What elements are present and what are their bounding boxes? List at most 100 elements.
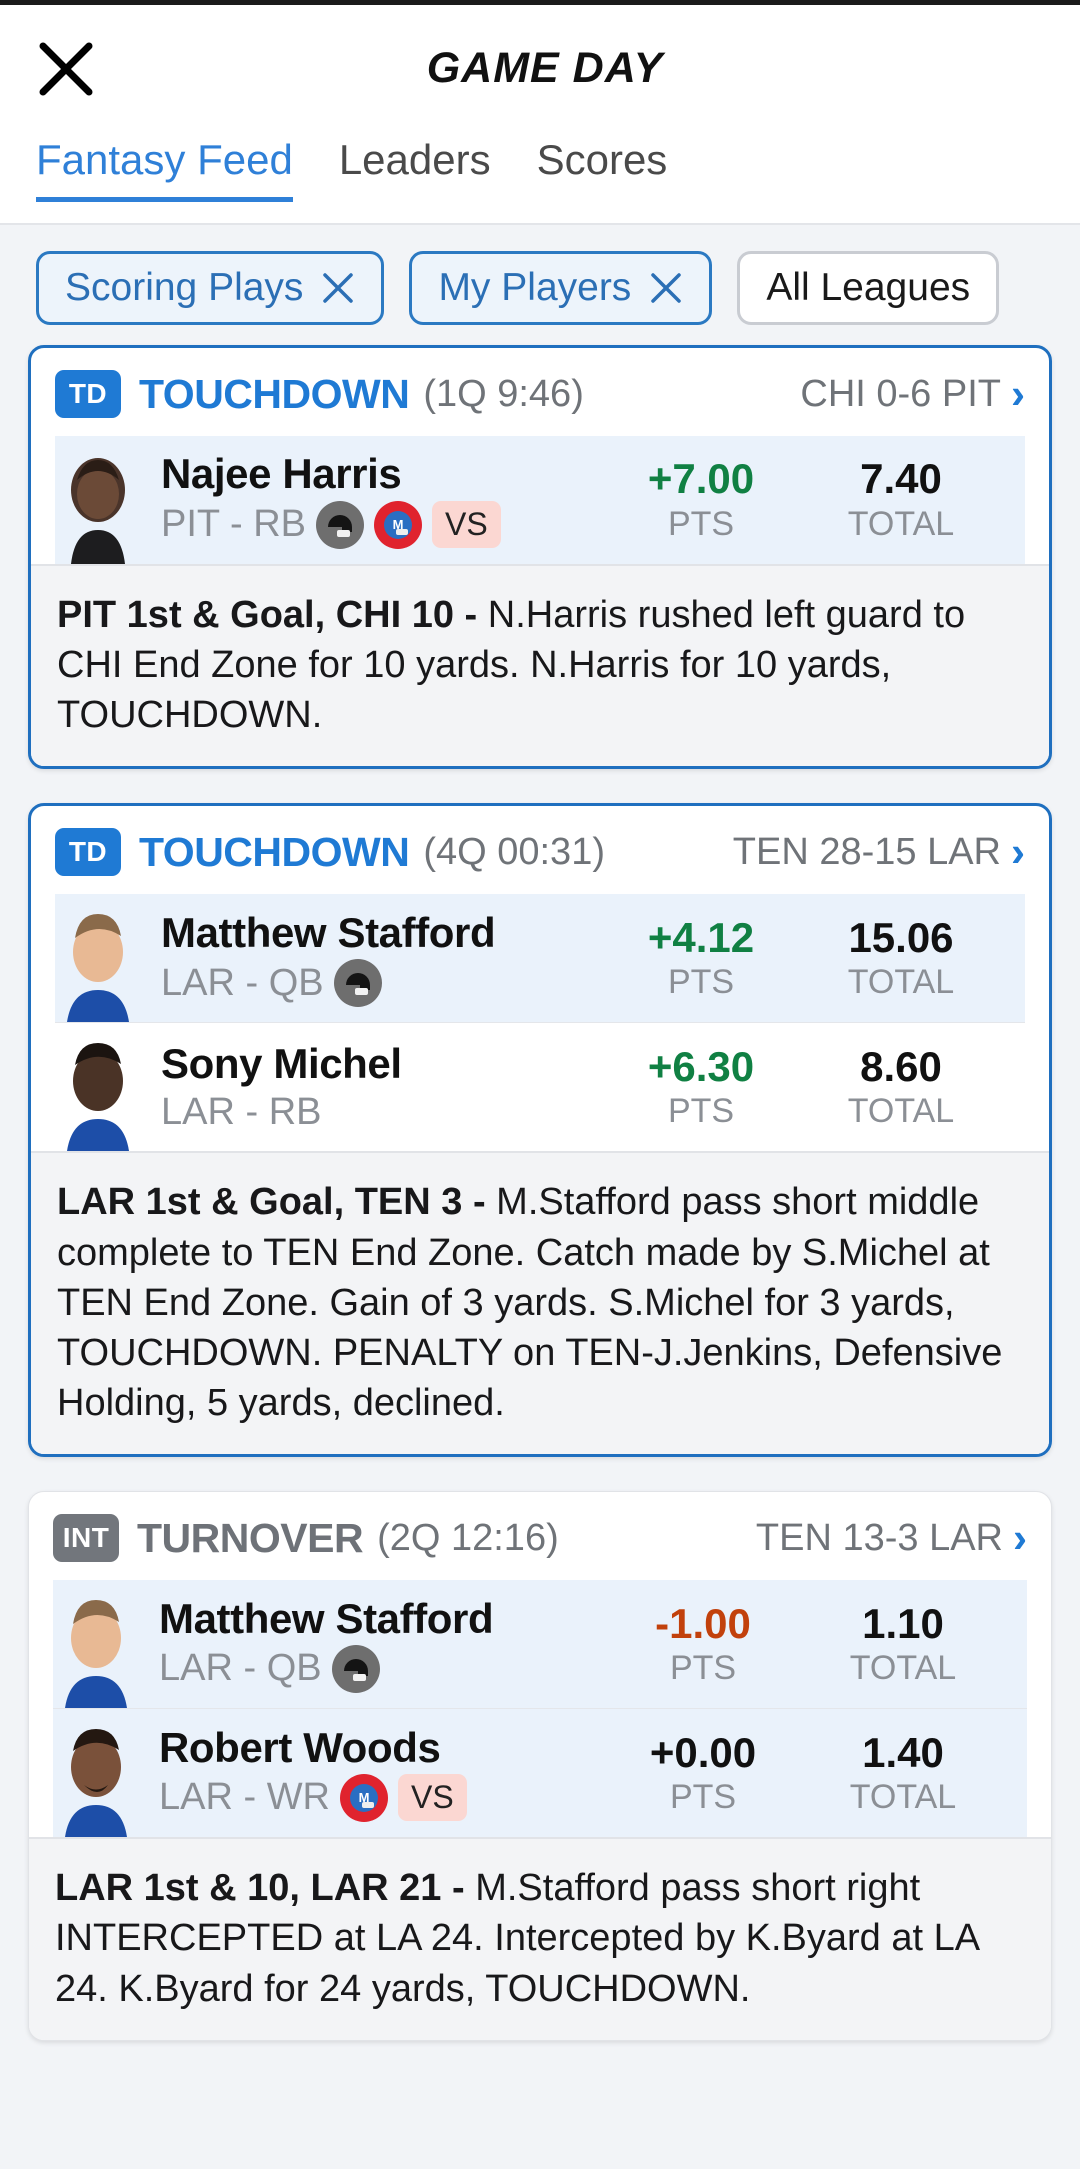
avatar <box>55 904 141 1023</box>
tab-bar: Fantasy Feed Leaders Scores <box>0 132 1080 225</box>
play-description: LAR 1st & Goal, TEN 3 - M.Stafford pass … <box>31 1151 1049 1455</box>
player-row[interactable]: Sony Michel LAR - RB +6.30 PTS 8.60 TOTA… <box>55 1023 1025 1152</box>
tab-fantasy-feed[interactable]: Fantasy Feed <box>36 132 293 202</box>
total-value: 1.40 <box>862 1728 944 1776</box>
chevron-right-icon[interactable]: › <box>1013 1517 1027 1559</box>
tab-scores[interactable]: Scores <box>537 132 668 184</box>
page-title: GAME DAY <box>426 44 664 92</box>
points-value: +0.00 <box>649 1728 757 1776</box>
total-value: 7.40 <box>860 455 942 503</box>
player-row[interactable]: Matthew Stafford LAR - QB -1.00 PTS 1.10… <box>53 1580 1027 1709</box>
player-name: Sony Michel <box>161 1040 402 1088</box>
play-type-badge: INT <box>53 1514 119 1563</box>
total-value: 1.10 <box>862 1599 944 1647</box>
fantasy-feed-list: TD TOUCHDOWN (1Q 9:46) CHI 0-6 PIT › Naj… <box>0 345 1080 2041</box>
card-header[interactable]: INT TURNOVER (2Q 12:16) TEN 13-3 LAR › <box>29 1492 1051 1580</box>
player-meta: PIT - RB M VS <box>161 500 601 549</box>
filter-chip-my-players[interactable]: My Players <box>409 251 713 325</box>
player-meta: LAR - QB <box>161 959 601 1008</box>
game-day-screen: GAME DAY Fantasy Feed Leaders Scores Sco… <box>0 0 1080 2169</box>
points-value: +4.12 <box>647 913 755 961</box>
play-situation: PIT 1st & Goal, CHI 10 - <box>57 594 478 636</box>
tab-leaders[interactable]: Leaders <box>339 132 491 184</box>
total-value: 15.06 <box>848 913 954 961</box>
remove-filter-icon[interactable] <box>649 271 683 305</box>
card-header[interactable]: TD TOUCHDOWN (4Q 00:31) TEN 28-15 LAR › <box>31 806 1049 894</box>
play-type-label: TOUCHDOWN <box>139 370 410 417</box>
points-value: +7.00 <box>647 455 755 503</box>
filter-chip-scoring-plays[interactable]: Scoring Plays <box>36 251 385 325</box>
player-points: +0.00 PTS <box>603 1728 803 1817</box>
navigation-bar: GAME DAY <box>0 5 1080 132</box>
player-name: Najee Harris <box>161 450 402 498</box>
total-label: TOTAL <box>847 963 955 1002</box>
player-team-position: LAR - WR <box>159 1776 330 1819</box>
play-type-badge: TD <box>55 828 121 877</box>
player-team-position: PIT - RB <box>161 503 306 546</box>
vs-pill: VS <box>398 1774 467 1822</box>
helmet-red-icon: M <box>340 1773 388 1822</box>
player-info: Najee Harris PIT - RB M VS <box>161 450 601 549</box>
player-total: 1.40 TOTAL <box>803 1728 1003 1817</box>
close-icon[interactable] <box>34 37 98 101</box>
helmet-dark-icon <box>316 500 364 549</box>
points-label: PTS <box>669 1777 737 1816</box>
game-score-text: TEN 28-15 LAR <box>732 830 1001 873</box>
player-row[interactable]: Robert Woods LAR - WR M VS +0.00 PTS 1.4… <box>53 1709 1027 1838</box>
player-total: 15.06 TOTAL <box>801 913 1001 1002</box>
player-points: +7.00 PTS <box>601 456 801 543</box>
card-header[interactable]: TD TOUCHDOWN (1Q 9:46) CHI 0-6 PIT › <box>31 348 1049 436</box>
avatar <box>55 1033 141 1152</box>
filter-chip-all-leagues[interactable]: All Leagues <box>737 251 1000 325</box>
play-type-label: TOUCHDOWN <box>139 828 410 875</box>
player-meta: LAR - WR M VS <box>159 1773 603 1822</box>
play-clock: (2Q 12:16) <box>377 1516 559 1559</box>
play-clock: (4Q 00:31) <box>423 830 605 873</box>
player-meta: LAR - RB <box>161 1091 601 1134</box>
feed-card[interactable]: TD TOUCHDOWN (1Q 9:46) CHI 0-6 PIT › Naj… <box>28 345 1052 770</box>
player-meta: LAR - QB <box>159 1644 603 1693</box>
player-info: Matthew Stafford LAR - QB <box>159 1594 603 1693</box>
player-team-position: LAR - RB <box>161 1090 322 1133</box>
total-value: 8.60 <box>860 1042 942 1090</box>
play-type-badge: TD <box>55 370 121 418</box>
play-situation: LAR 1st & Goal, TEN 3 - <box>57 1181 486 1224</box>
player-info: Matthew Stafford LAR - QB <box>161 908 601 1008</box>
total-label: TOTAL <box>847 504 955 543</box>
player-row[interactable]: Najee Harris PIT - RB M VS +7.00 PTS 7.4… <box>55 436 1025 564</box>
chevron-right-icon[interactable]: › <box>1011 831 1025 873</box>
player-points: +6.30 PTS <box>601 1042 801 1131</box>
player-name: Matthew Stafford <box>159 1594 494 1642</box>
points-label: PTS <box>667 963 735 1002</box>
game-score[interactable]: CHI 0-6 PIT › <box>800 373 1025 416</box>
player-points: +4.12 PTS <box>601 913 801 1002</box>
points-label: PTS <box>667 1092 735 1131</box>
player-points: -1.00 PTS <box>603 1599 803 1688</box>
helmet-red-icon: M <box>374 500 422 549</box>
chevron-right-icon[interactable]: › <box>1011 373 1025 415</box>
feed-card[interactable]: INT TURNOVER (2Q 12:16) TEN 13-3 LAR › M… <box>28 1491 1052 2041</box>
player-row[interactable]: Matthew Stafford LAR - QB +4.12 PTS 15.0… <box>55 894 1025 1023</box>
points-label: PTS <box>667 504 735 543</box>
play-clock: (1Q 9:46) <box>423 372 584 415</box>
total-label: TOTAL <box>849 1777 957 1816</box>
avatar <box>53 1590 139 1709</box>
filter-chip-label: All Leagues <box>766 266 971 309</box>
remove-filter-icon[interactable] <box>321 271 355 305</box>
play-situation: LAR 1st & 10, LAR 21 - <box>55 1867 465 1910</box>
player-total: 7.40 TOTAL <box>801 456 1001 543</box>
game-score[interactable]: TEN 13-3 LAR › <box>756 1517 1027 1560</box>
player-name: Robert Woods <box>159 1723 441 1771</box>
filter-chip-row: Scoring Plays My Players All Leagues <box>0 225 1080 345</box>
game-score[interactable]: TEN 28-15 LAR › <box>733 831 1025 874</box>
points-value: -1.00 <box>655 1599 751 1647</box>
total-label: TOTAL <box>847 1092 955 1131</box>
helmet-dark-icon <box>331 1644 380 1693</box>
player-name: Matthew Stafford <box>161 908 496 956</box>
feed-card[interactable]: TD TOUCHDOWN (4Q 00:31) TEN 28-15 LAR › <box>28 803 1052 1458</box>
points-value: +6.30 <box>647 1042 755 1090</box>
game-score-text: TEN 13-3 LAR <box>755 1516 1003 1559</box>
total-label: TOTAL <box>849 1648 957 1687</box>
player-total: 1.10 TOTAL <box>803 1599 1003 1688</box>
avatar <box>53 1719 139 1838</box>
